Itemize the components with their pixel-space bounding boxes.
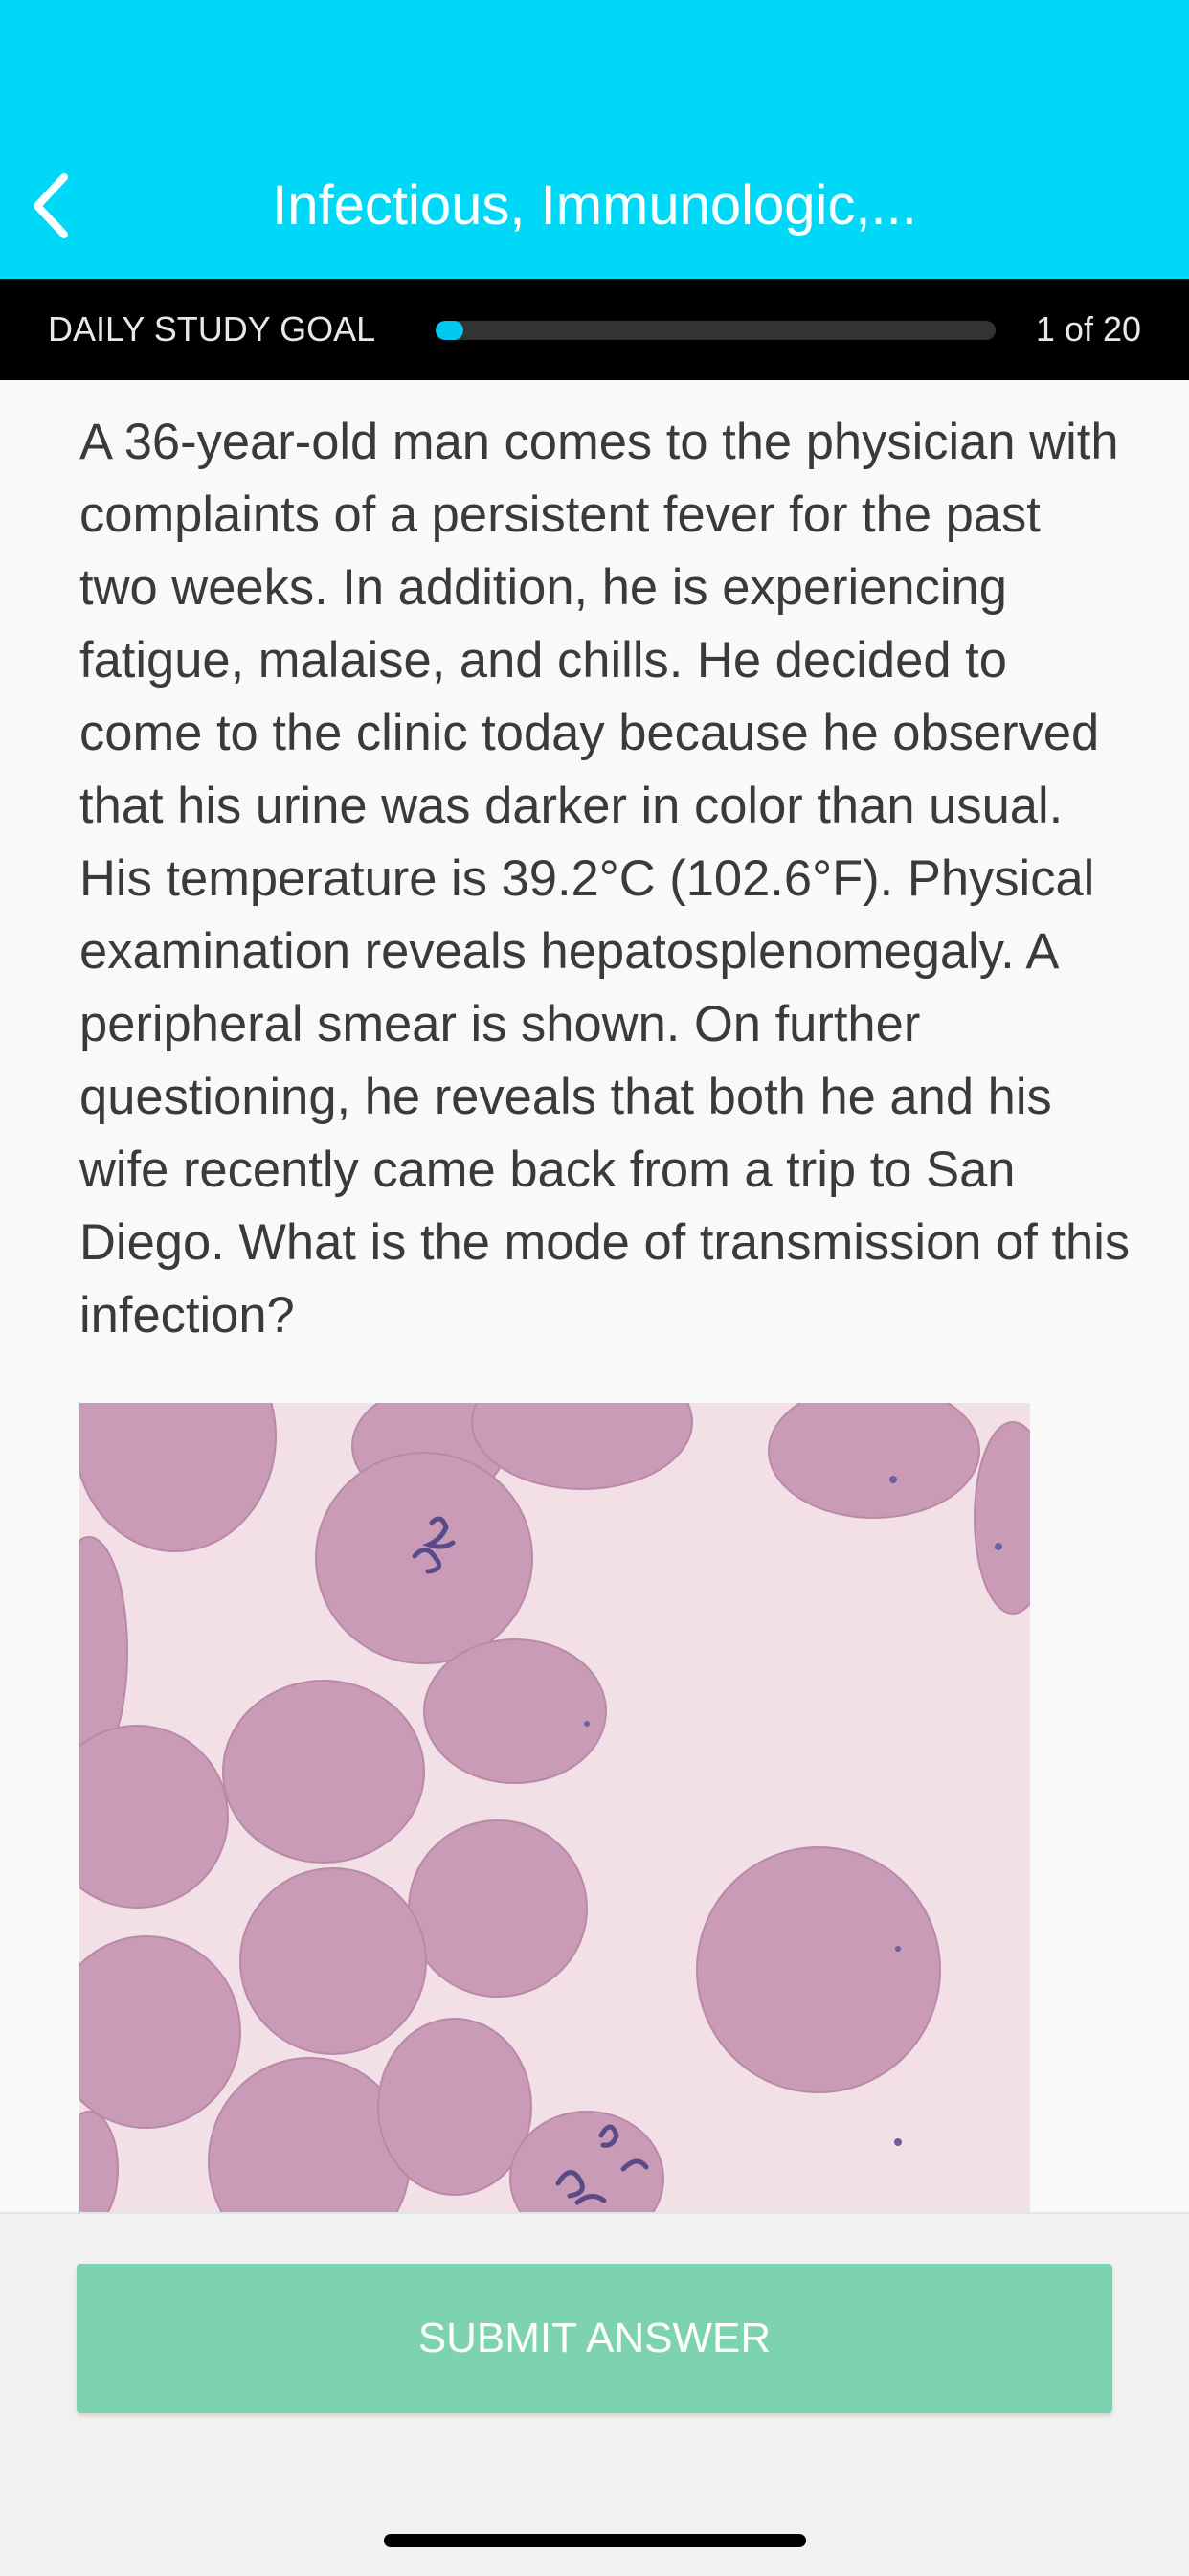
submit-answer-button[interactable]: SUBMIT ANSWER (77, 2264, 1112, 2413)
question-text: A 36-year-old man comes to the physician… (79, 414, 1131, 1344)
chevron-left-icon (34, 173, 68, 238)
peripheral-smear-image (79, 1403, 1030, 2212)
study-goal-label: DAILY STUDY GOAL (48, 309, 376, 349)
back-button[interactable] (17, 168, 84, 244)
study-goal-progress-fill (436, 321, 464, 340)
study-goal-count: 1 of 20 (1035, 309, 1141, 349)
home-indicator[interactable] (384, 2534, 806, 2547)
page-title: Infectious, Immunologic,... (272, 174, 917, 237)
study-goal-progress-track (436, 321, 996, 340)
app-header: Infectious, Immunologic,... (0, 0, 1189, 279)
